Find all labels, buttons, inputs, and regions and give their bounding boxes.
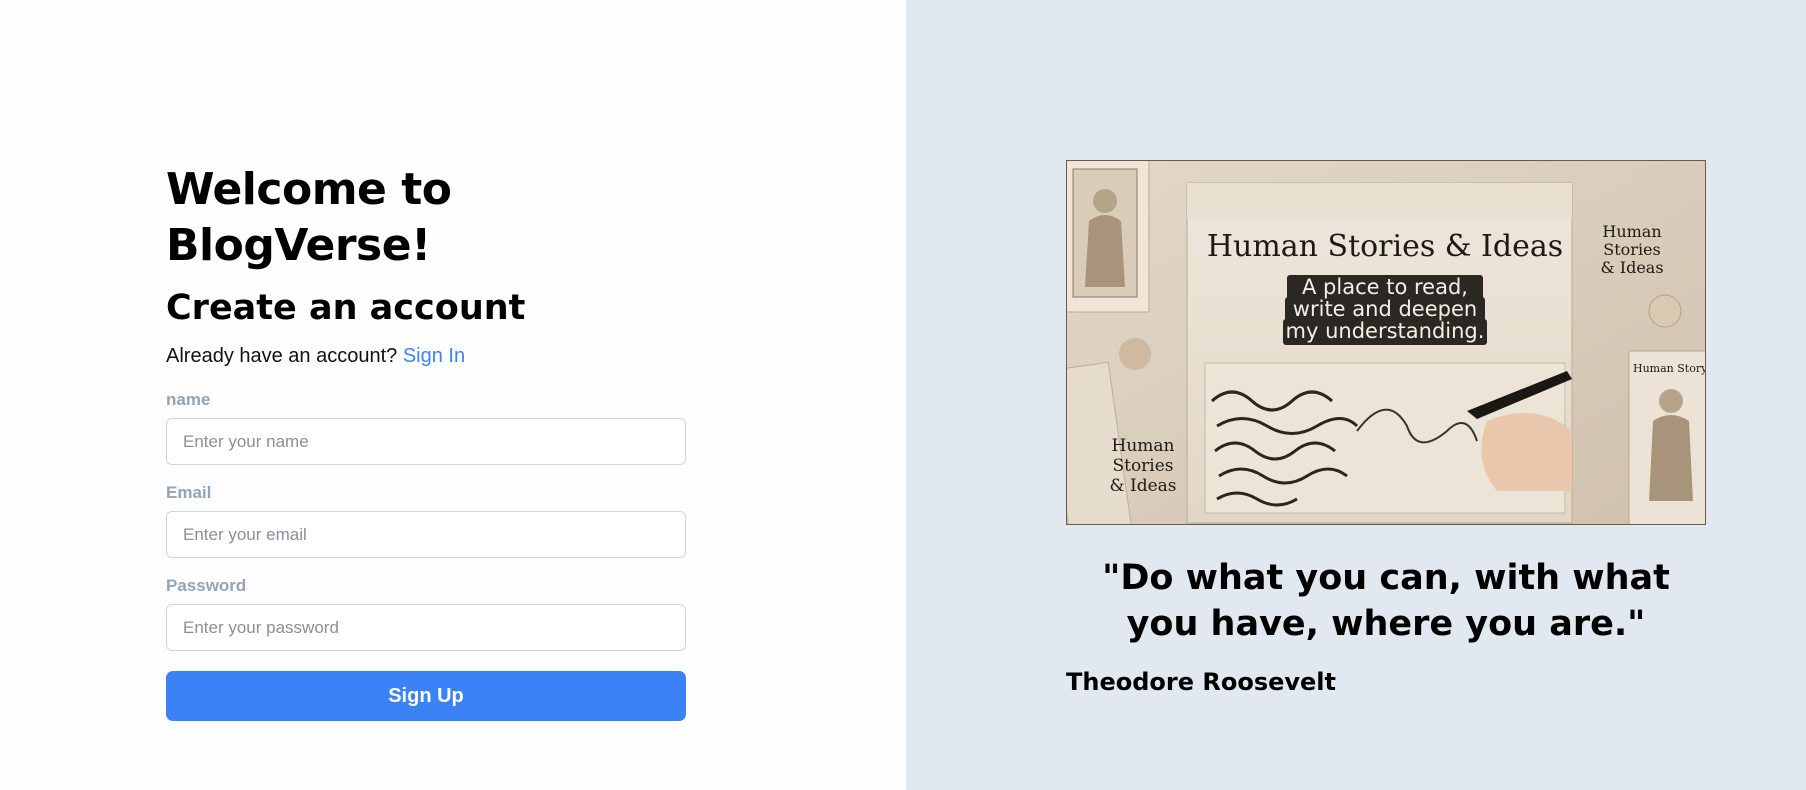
side-top-line-2: Stories xyxy=(1603,240,1660,259)
side-label-left: Human Stories & Ideas xyxy=(1109,436,1176,496)
tagline-line-1: A place to read, xyxy=(1302,275,1468,299)
signup-form: Welcome to BlogVerse! Create an account … xyxy=(166,162,686,721)
side-left-line-2: Stories xyxy=(1112,456,1173,476)
signup-page: Welcome to BlogVerse! Create an account … xyxy=(0,0,1806,790)
side-left-line-1: Human xyxy=(1112,436,1175,456)
name-label: name xyxy=(166,390,211,409)
portrait-card-left xyxy=(1067,161,1150,313)
side-book-right: Human Storys & Ic xyxy=(1628,350,1706,524)
main-book: Human Stories & Ideas A place to read, w… xyxy=(1186,182,1573,524)
tagline-line-3: my understanding. xyxy=(1286,319,1485,343)
quote-text: "Do what you can, with what you have, wh… xyxy=(1102,558,1670,644)
signin-prompt-text: Already have an account? xyxy=(166,345,398,367)
quote-author: Theodore Roosevelt xyxy=(1066,668,1336,696)
side-top-line-1: Human xyxy=(1602,222,1661,241)
password-input[interactable] xyxy=(166,604,686,651)
hero-image: Human Stories & Ideas A place to read, w… xyxy=(1066,160,1706,525)
side-label-top: Human Stories & Ideas xyxy=(1600,222,1663,277)
name-input[interactable] xyxy=(166,418,686,465)
create-account-heading: Create an account xyxy=(166,288,526,328)
password-label: Password xyxy=(166,576,247,595)
email-input[interactable] xyxy=(166,511,686,558)
hero-illustration: Human Stories & Ideas A place to read, w… xyxy=(1067,161,1706,524)
quote-panel: Human Stories & Ideas A place to read, w… xyxy=(906,0,1806,790)
side-book-title: Human Storys & Ic xyxy=(1633,362,1706,375)
side-top-line-3: & Ideas xyxy=(1600,258,1663,277)
signin-prompt: Already have an account? Sign In xyxy=(166,342,686,370)
signin-link[interactable]: Sign In xyxy=(403,345,465,367)
book-title: Human Stories & Ideas xyxy=(1207,229,1563,264)
signup-panel: Welcome to BlogVerse! Create an account … xyxy=(0,0,906,790)
side-left-line-3: & Ideas xyxy=(1109,476,1176,496)
tagline-line-2: write and deepen xyxy=(1293,297,1477,321)
sign-up-button[interactable]: Sign Up xyxy=(166,671,686,721)
email-label: Email xyxy=(166,483,212,502)
welcome-heading: Welcome to BlogVerse! xyxy=(166,164,452,271)
